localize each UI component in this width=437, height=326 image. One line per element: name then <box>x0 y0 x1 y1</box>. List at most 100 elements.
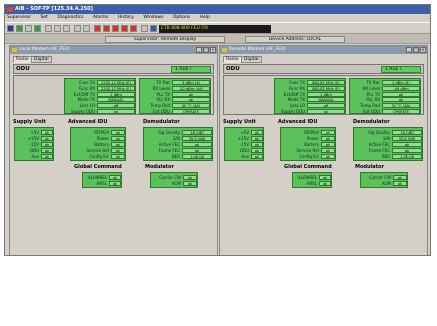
odu-row-value: 883.82 MHz (E) <box>307 80 345 85</box>
supervisor-mode-field: Supervisor: Remote Display <box>105 36 225 43</box>
odu-row-label: PLL TX <box>366 91 380 97</box>
history-icon[interactable] <box>141 25 148 32</box>
supply-unit-row: Aux ok <box>225 154 265 159</box>
advanced-idu-value: ok <box>321 130 335 135</box>
odu-right-panel: TX Pwr 1 dBm (4) RX Level -49 dBm PLL TX ok PL… <box>349 78 421 114</box>
global-command-label: ILLRWSEL <box>297 175 317 180</box>
odu-row-value: -49 dBm <box>382 85 420 91</box>
odu-row: Mode TX MANUAL <box>65 97 137 103</box>
odu-row-value: 3 dBm (4) <box>172 80 210 85</box>
advanced-idu-value: ok <box>321 136 335 141</box>
menu-options[interactable]: Options <box>173 15 190 20</box>
demodulator-value: 1.0E-08 <box>392 154 422 159</box>
odu-row: Ext ODU OPERATE <box>350 109 422 114</box>
minimize-icon[interactable]: _ <box>196 47 202 53</box>
odu-row-label: Loss LO <box>289 103 305 109</box>
supply-unit-label: ODU <box>239 148 249 153</box>
menu-alarms[interactable]: Alarms <box>93 15 109 20</box>
demodulator-row: Active FEC ok <box>144 142 214 147</box>
app-window: AIB - SOF-TP [125.34.4.250] Supervisor S… <box>4 4 431 256</box>
odu-row: Func TX 2232.12 MHz (E) <box>65 80 137 85</box>
menu-diagnostics[interactable]: Diagnostics <box>57 15 83 20</box>
config-icon[interactable] <box>54 25 61 32</box>
odu-row-value: 31 °C (4A) <box>382 103 420 109</box>
maximize-icon[interactable]: □ <box>413 47 419 53</box>
demodulator-row: BER 1.0E-08 <box>144 154 214 159</box>
menu-windows[interactable]: Windows <box>143 15 163 20</box>
close-icon[interactable]: × <box>420 47 426 53</box>
grid-icon[interactable] <box>25 25 32 32</box>
global-command-label: HRSL <box>96 181 107 186</box>
loop-icon[interactable] <box>83 25 90 32</box>
menu-history[interactable]: History <box>118 15 134 20</box>
odu-row: Ext/Diff TX 1 dBm <box>275 91 347 97</box>
help-icon[interactable] <box>150 25 157 32</box>
demodulator-label: BER <box>171 154 180 159</box>
supply-unit-value: ok <box>41 136 53 141</box>
demodulator-row: BER 1.0E-08 <box>354 154 424 159</box>
advanced-idu-heading: Advanced IDU <box>68 119 108 125</box>
supply-unit-value: ok <box>251 154 263 159</box>
odu-row-label: TX Pwr <box>156 80 170 85</box>
demodulator-label: S/N <box>383 136 390 141</box>
odu-row-label: Supply ODU <box>280 109 305 114</box>
supply-unit-value: ok <box>251 148 263 153</box>
link-icon[interactable] <box>74 25 81 32</box>
app-title: AIB - SOF-TP [125.34.4.250] <box>15 6 93 12</box>
pointer-icon[interactable] <box>7 25 14 32</box>
modulator-label: Carrier CW <box>369 175 391 180</box>
compare-icon[interactable] <box>63 25 70 32</box>
subbar: Supervisor: Remote Display Device Addres… <box>5 34 430 44</box>
close-icon[interactable]: × <box>210 47 216 53</box>
tab-digital[interactable]: Digital <box>241 56 262 63</box>
odu-row-value: ok <box>382 91 420 97</box>
odu-row-value: off <box>97 103 135 109</box>
global-command-value: ok <box>109 181 121 186</box>
alarm-icon[interactable] <box>94 25 101 32</box>
zoom-icon[interactable] <box>45 25 52 32</box>
advanced-idu-label: Power <box>306 136 319 141</box>
advanced-idu-heading: Advanced IDU <box>278 119 318 125</box>
alarm-warning-icon[interactable] <box>121 25 128 32</box>
minimize-icon[interactable]: _ <box>406 47 412 53</box>
odu-right-panel: TX Pwr 3 dBm (4) RX Level -52 dBm (4A) PLL T… <box>139 78 211 114</box>
advanced-idu-row: IDFPGA ok <box>71 130 127 135</box>
supply-unit-row: Aux ok <box>15 154 55 159</box>
odu-row: PLL RX ok <box>350 97 422 103</box>
maximize-icon[interactable]: □ <box>203 47 209 53</box>
menu-set[interactable]: Set <box>40 15 47 20</box>
tab-digital[interactable]: Digital <box>31 56 52 63</box>
app-titlebar: AIB - SOF-TP [125.34.4.250] <box>5 5 430 14</box>
app-logo-icon <box>7 7 13 12</box>
advanced-idu-label: IDFPGA <box>304 130 319 135</box>
demodulator-label: Active FEC <box>368 142 390 147</box>
alarm-minor-icon[interactable] <box>112 25 119 32</box>
menu-supervisor[interactable]: Supervisor <box>7 15 31 20</box>
alarm-log-icon[interactable] <box>130 25 137 32</box>
window-icon <box>222 48 227 52</box>
odu-row: Loss LO off <box>65 103 137 109</box>
supply-unit-label: +5V <box>30 130 39 135</box>
supply-unit-value: ok <box>41 154 53 159</box>
global-command-value: ok <box>319 181 331 186</box>
advanced-idu-value: ok <box>321 154 335 159</box>
demodulator-value: ok <box>392 142 422 147</box>
odu-row: PLL RX ok <box>140 97 212 103</box>
tab-radio[interactable]: Radio <box>13 56 32 63</box>
modulator-row: Carrier CW ok <box>361 175 409 180</box>
odu-row: Func RX 883.82 MHz (E) <box>275 85 347 91</box>
alarm-major-icon[interactable] <box>103 25 110 32</box>
modulator-row: Carrier CW ok <box>151 175 199 180</box>
odu-row-label: Temp Rad <box>150 103 170 109</box>
odu-row: TX Pwr 1 dBm (4) <box>350 80 422 85</box>
odu-body: Func TX 2232.12 MHz (E) Func RX 2232.12 MHz… <box>13 75 214 115</box>
demodulator-panel: Sig Quality 18 [dB] S/N 35.5 [dB] Active FEC… <box>143 127 213 161</box>
odu-row-value: 1 dBm <box>307 91 345 97</box>
menu-help[interactable]: Help <box>200 15 210 20</box>
odu-row-value: OPERATE <box>382 109 420 114</box>
modulator-heading: Modulator <box>145 164 174 170</box>
tab-radio[interactable]: Radio <box>223 56 242 63</box>
local-icon[interactable] <box>34 25 41 32</box>
connect-icon[interactable] <box>16 25 23 32</box>
supply-unit-row: +15V ok <box>225 136 265 141</box>
